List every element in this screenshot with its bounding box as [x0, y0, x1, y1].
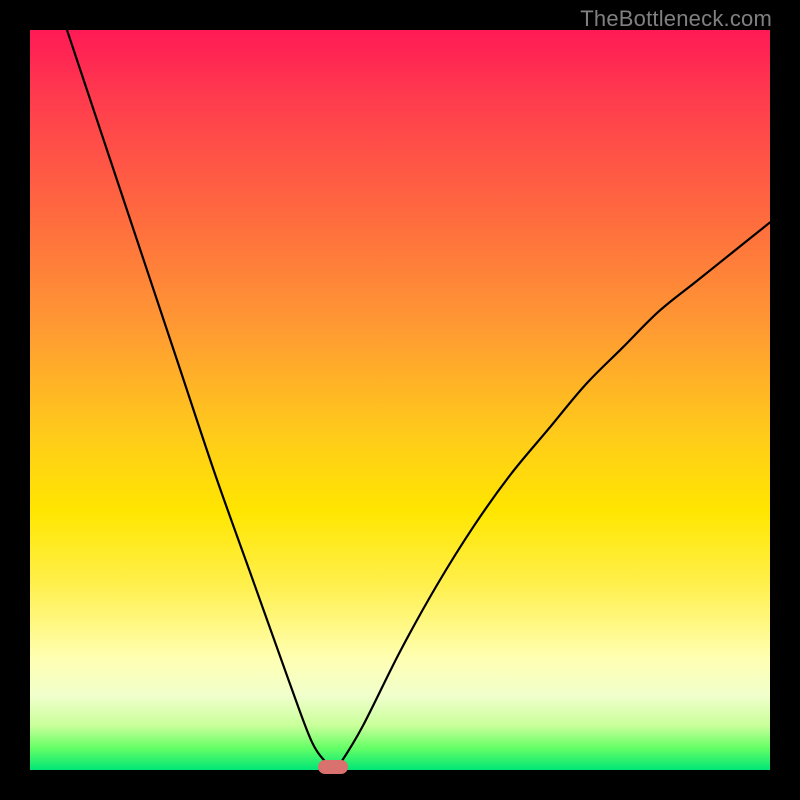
watermark-text: TheBottleneck.com: [580, 6, 772, 32]
minimum-marker: [318, 760, 348, 774]
bottleneck-curve: [30, 30, 770, 770]
chart-plot-area: [30, 30, 770, 770]
